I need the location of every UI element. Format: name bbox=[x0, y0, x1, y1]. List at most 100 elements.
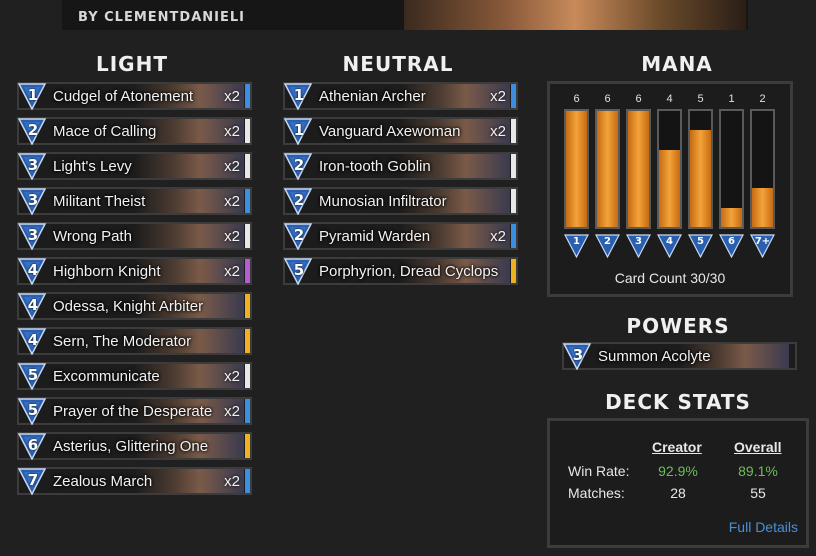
card-cost: 2 bbox=[27, 121, 39, 139]
card-cost: 1 bbox=[293, 121, 305, 139]
card-quantity: x2 bbox=[224, 403, 240, 420]
mana-cost-gem-icon: 1 bbox=[564, 234, 589, 259]
mana-bar-track bbox=[750, 109, 775, 229]
card-cost: 5 bbox=[293, 261, 305, 279]
stats-winrate-overall: 89.1% bbox=[738, 463, 778, 479]
stats-winrate-creator: 92.9% bbox=[658, 463, 698, 479]
card-cost: 1 bbox=[27, 86, 39, 104]
deck-banner-image bbox=[404, 0, 746, 30]
card-name: Zealous March bbox=[53, 473, 153, 490]
light-card[interactable]: 5 Excommunicate x2 bbox=[17, 362, 252, 390]
mana-bar-fill bbox=[566, 111, 587, 227]
rarity-stripe bbox=[511, 84, 516, 108]
card-name: Light's Levy bbox=[53, 158, 132, 175]
card-name: Cudgel of Atonement bbox=[53, 88, 194, 105]
card-name: Militant Theist bbox=[53, 193, 146, 210]
rarity-stripe bbox=[245, 154, 250, 178]
light-card[interactable]: 1 Cudgel of Atonement x2 bbox=[17, 82, 252, 110]
card-cost: 2 bbox=[293, 226, 305, 244]
neutral-card[interactable]: 2 Iron-tooth Goblin bbox=[283, 152, 518, 180]
light-card[interactable]: 7 Zealous March x2 bbox=[17, 467, 252, 495]
section-title-powers: POWERS bbox=[626, 314, 730, 338]
card-cost: 7 bbox=[27, 471, 39, 489]
neutral-card[interactable]: 5 Porphyrion, Dread Cyclops bbox=[283, 257, 518, 285]
rarity-stripe bbox=[245, 84, 250, 108]
light-card[interactable]: 3 Militant Theist x2 bbox=[17, 187, 252, 215]
light-card[interactable]: 4 Highborn Knight x2 bbox=[17, 257, 252, 285]
card-cost: 6 bbox=[27, 436, 39, 454]
card-quantity: x2 bbox=[224, 228, 240, 245]
mana-bar-count: 6 bbox=[573, 93, 580, 105]
light-card[interactable]: 3 Light's Levy x2 bbox=[17, 152, 252, 180]
rarity-stripe bbox=[245, 329, 250, 353]
mana-cost-gem-icon: 6 bbox=[719, 234, 744, 259]
mana-bar-label: 5 bbox=[697, 236, 704, 247]
mana-bar-fill bbox=[752, 188, 773, 227]
light-card[interactable]: 2 Mace of Calling x2 bbox=[17, 117, 252, 145]
card-name: Mace of Calling bbox=[53, 123, 157, 140]
mana-bar-fill bbox=[628, 111, 649, 227]
rarity-stripe bbox=[511, 119, 516, 143]
rarity-stripe bbox=[245, 399, 250, 423]
power-card[interactable]: 3 Summon Acolyte bbox=[562, 342, 797, 370]
card-cost: 3 bbox=[572, 346, 584, 364]
rarity-stripe bbox=[245, 364, 250, 388]
card-name: Iron-tooth Goblin bbox=[319, 158, 431, 175]
card-name: Munosian Infiltrator bbox=[319, 193, 447, 210]
card-quantity: x2 bbox=[224, 158, 240, 175]
section-title-light: LIGHT bbox=[96, 52, 168, 76]
light-card[interactable]: 5 Prayer of the Desperate x2 bbox=[17, 397, 252, 425]
mana-bar-label: 4 bbox=[666, 236, 673, 247]
rarity-stripe bbox=[511, 189, 516, 213]
card-quantity: x2 bbox=[490, 88, 506, 105]
rarity-stripe bbox=[511, 259, 516, 283]
neutral-card[interactable]: 1 Athenian Archer x2 bbox=[283, 82, 518, 110]
card-name: Athenian Archer bbox=[319, 88, 426, 105]
light-card[interactable]: 4 Odessa, Knight Arbiter bbox=[17, 292, 252, 320]
card-name: Vanguard Axewoman bbox=[319, 123, 461, 140]
mana-bar-count: 4 bbox=[666, 93, 673, 105]
light-card[interactable]: 6 Asterius, Glittering One bbox=[17, 432, 252, 460]
card-cost: 4 bbox=[27, 261, 39, 279]
rarity-stripe bbox=[511, 224, 516, 248]
card-quantity: x2 bbox=[490, 123, 506, 140]
neutral-card[interactable]: 2 Munosian Infiltrator bbox=[283, 187, 518, 215]
mana-bar-fill bbox=[659, 149, 680, 227]
rarity-stripe bbox=[245, 434, 250, 458]
card-name: Excommunicate bbox=[53, 368, 160, 385]
mana-bar-label: 6 bbox=[728, 236, 735, 247]
mana-bar-count: 5 bbox=[697, 93, 704, 105]
card-name: Wrong Path bbox=[53, 228, 132, 245]
card-quantity: x2 bbox=[224, 193, 240, 210]
mana-bar-fill bbox=[690, 130, 711, 227]
card-quantity: x2 bbox=[224, 88, 240, 105]
neutral-card[interactable]: 2 Pyramid Warden x2 bbox=[283, 222, 518, 250]
mana-cost-gem-icon: 3 bbox=[626, 234, 651, 259]
mana-bar-label: 3 bbox=[635, 236, 642, 247]
card-name: Porphyrion, Dread Cyclops bbox=[319, 263, 499, 280]
rarity-stripe bbox=[245, 294, 250, 318]
card-name: Asterius, Glittering One bbox=[53, 438, 209, 455]
rarity-stripe bbox=[245, 469, 250, 493]
card-name: Pyramid Warden bbox=[319, 228, 431, 245]
card-cost: 2 bbox=[293, 191, 305, 209]
neutral-card[interactable]: 1 Vanguard Axewoman x2 bbox=[283, 117, 518, 145]
mana-bar-track bbox=[719, 109, 744, 229]
section-title-mana: MANA bbox=[641, 52, 713, 76]
card-name: Highborn Knight bbox=[53, 263, 161, 280]
stats-header-creator: Creator bbox=[652, 439, 702, 455]
stats-label-winrate: Win Rate: bbox=[568, 463, 630, 479]
card-cost: 1 bbox=[293, 86, 305, 104]
card-name: Summon Acolyte bbox=[598, 348, 711, 365]
section-title-neutral: NEUTRAL bbox=[342, 52, 454, 76]
card-cost: 4 bbox=[27, 296, 39, 314]
card-cost: 3 bbox=[27, 156, 39, 174]
mana-bar-count: 2 bbox=[759, 93, 766, 105]
mana-bar-count: 6 bbox=[635, 93, 642, 105]
light-card[interactable]: 3 Wrong Path x2 bbox=[17, 222, 252, 250]
light-card[interactable]: 4 Sern, The Moderator bbox=[17, 327, 252, 355]
mana-bar-label: 2 bbox=[604, 236, 611, 247]
section-title-deck-stats: DECK STATS bbox=[605, 390, 751, 414]
full-details-link[interactable]: Full Details bbox=[729, 519, 798, 535]
mana-curve-panel: 6 1 6 2 6 3 4 4 5 5 1 6 2 7+ Card Count 30/30 bbox=[547, 81, 793, 297]
